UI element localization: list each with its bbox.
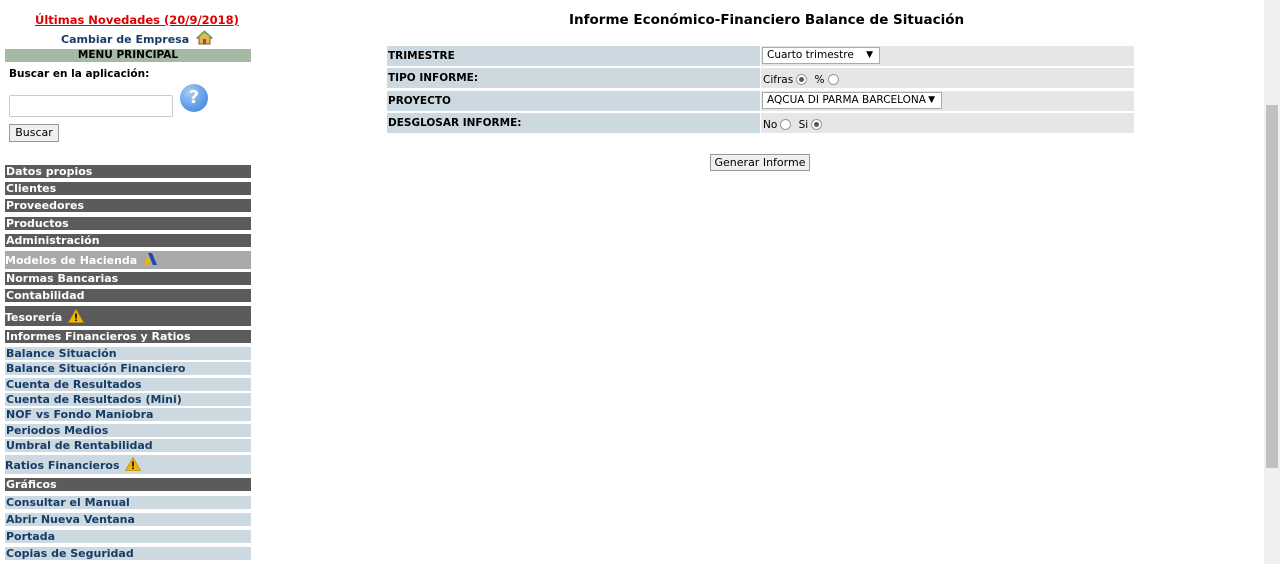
sidebar-item-productos[interactable]: Productos [5,217,251,230]
sidebar-item-portada[interactable]: Portada [5,530,251,543]
page-title: Informe Económico-Financiero Balance de … [569,12,965,28]
no-label: No [763,119,778,131]
search-input[interactable] [9,95,173,117]
tipo-label: TIPO INFORME: [387,68,760,88]
form-row-trimestre: TRIMESTRE Cuarto trimestre ▼ [387,46,1134,66]
sidebar-item-contabilidad[interactable]: Contabilidad [5,289,251,302]
sidebar-item-normas-bancarias[interactable]: Normas Bancarias [5,272,251,285]
sidebar-item-cuenta-resultados-mini[interactable]: Cuenta de Resultados (Mini) [5,393,251,406]
proyecto-cell: AQCUA DI PARMA BARCELONA ▼ [761,91,1134,111]
sidebar-item-ratios-financieros[interactable]: Ratios Financieros [5,455,251,474]
cifras-radio[interactable] [796,74,808,85]
hacienda-logo-icon [143,252,159,269]
sidebar-item-label[interactable]: Modelos de Hacienda [5,254,137,267]
sidebar-item-proveedores[interactable]: Proveedores [5,199,251,212]
search-label: Buscar en la aplicación: [9,68,150,80]
si-radio[interactable] [811,119,823,130]
si-label: Si [798,119,809,131]
change-company-link[interactable]: Cambiar de Empresa [61,30,214,48]
percent-label: % [814,74,825,86]
sidebar-item-datos-propios[interactable]: Datos propios [5,165,251,178]
no-radio[interactable] [780,119,792,130]
chevron-down-icon: ▼ [928,95,935,105]
sidebar-item-copias-seguridad[interactable]: Copias de Seguridad [5,547,251,560]
trimestre-select[interactable]: Cuarto trimestre ▼ [762,47,880,64]
warning-icon [67,308,85,326]
form-row-desglosar: DESGLOSAR INFORME: No Si [387,113,1134,133]
sidebar-item-nueva-ventana[interactable]: Abrir Nueva Ventana [5,513,251,526]
generate-report-button[interactable]: Generar Informe [710,154,810,171]
warning-icon [125,456,142,474]
sidebar-item-clientes[interactable]: Clientes [5,182,251,195]
sidebar-item-tesoreria[interactable]: Tesorería [5,306,251,326]
menu-title: MENU PRINCIPAL [5,49,251,62]
chevron-down-icon: ▼ [866,50,873,60]
scrollbar-thumb[interactable] [1266,105,1278,468]
trimestre-label: TRIMESTRE [387,46,760,66]
form-row-tipo: TIPO INFORME: Cifras % [387,68,1134,88]
sidebar-item-nof-fondo-maniobra[interactable]: NOF vs Fondo Maniobra [5,408,251,421]
desglosar-cell: No Si [761,113,1134,133]
desglosar-label: DESGLOSAR INFORME: [387,113,760,133]
sidebar-item-balance-situacion[interactable]: Balance Situación [5,347,251,360]
help-icon[interactable]: ? [180,84,208,112]
news-link[interactable]: Últimas Novedades (20/9/2018) [35,13,239,27]
sidebar-item-periodos-medios[interactable]: Periodos Medios [5,424,251,437]
sidebar-item-label[interactable]: Ratios Financieros [5,459,120,472]
proyecto-value: AQCUA DI PARMA BARCELONA [767,94,926,106]
percent-radio[interactable] [827,74,839,85]
search-button[interactable]: Buscar [9,124,59,142]
proyecto-label: PROYECTO [387,91,760,111]
sidebar-item-cuenta-resultados[interactable]: Cuenta de Resultados [5,378,251,391]
proyecto-select[interactable]: AQCUA DI PARMA BARCELONA ▼ [762,92,942,109]
sidebar-item-manual[interactable]: Consultar el Manual [5,496,251,509]
trimestre-value: Cuarto trimestre [767,49,854,61]
sidebar-item-balance-financiero[interactable]: Balance Situación Financiero [5,362,251,375]
sidebar-item-informes-financieros[interactable]: Informes Financieros y Ratios [5,330,251,343]
sidebar-item-modelos-hacienda[interactable]: Modelos de Hacienda [5,251,251,269]
sidebar-item-graficos[interactable]: Gráficos [5,478,251,491]
sidebar-item-umbral-rentabilidad[interactable]: Umbral de Rentabilidad [5,439,251,452]
form-row-proyecto: PROYECTO AQCUA DI PARMA BARCELONA ▼ [387,91,1134,111]
tipo-cell: Cifras % [761,68,1134,88]
change-company-label[interactable]: Cambiar de Empresa [61,33,189,46]
sidebar-item-label[interactable]: Tesorería [5,311,62,324]
sidebar-item-administracion[interactable]: Administración [5,234,251,247]
cifras-label: Cifras [763,74,794,86]
house-icon[interactable] [195,30,214,48]
trimestre-cell: Cuarto trimestre ▼ [761,46,1134,66]
